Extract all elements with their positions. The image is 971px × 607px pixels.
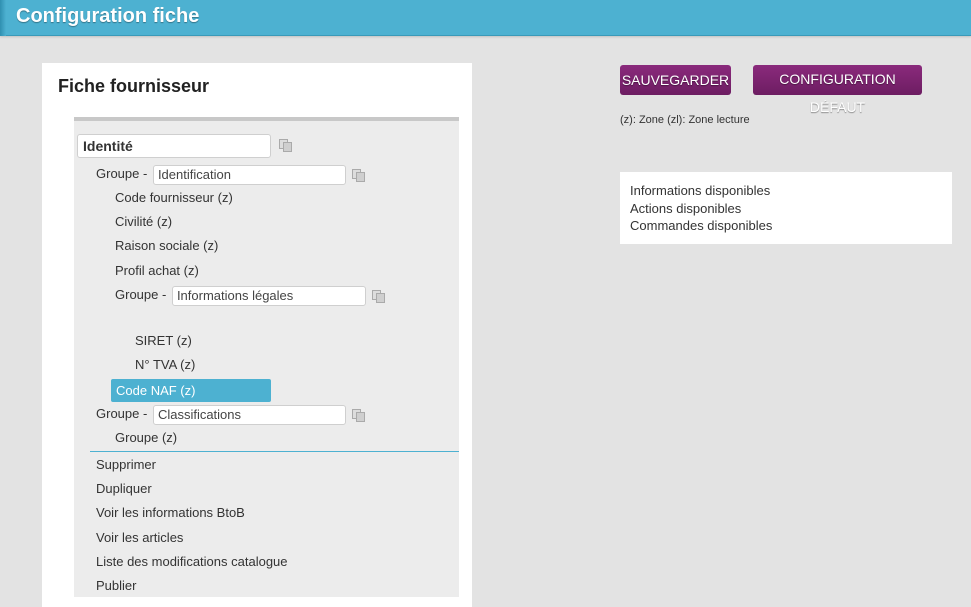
available-actions-link[interactable]: Actions disponibles (630, 200, 942, 218)
field-item[interactable]: N° TVA (z) (135, 355, 195, 375)
action-item-articles[interactable]: Voir les articles (96, 528, 183, 548)
field-item[interactable]: Raison sociale (z) (115, 236, 218, 256)
group-prefix: Groupe - (115, 287, 167, 302)
available-commands-link[interactable]: Commandes disponibles (630, 217, 942, 235)
field-item[interactable]: Groupe (z) (115, 428, 177, 448)
action-item-btob[interactable]: Voir les informations BtoB (96, 503, 245, 523)
copy-icon[interactable] (372, 290, 385, 303)
field-item[interactable]: Profil achat (z) (115, 261, 199, 281)
group-name-input[interactable] (171, 285, 366, 306)
form-config-panel: Fiche fournisseur Groupe - Code fourniss… (42, 63, 472, 607)
field-item[interactable]: SIRET (z) (135, 331, 192, 351)
divider (90, 451, 459, 452)
page-header: Configuration fiche (0, 0, 971, 36)
group-name-input[interactable] (152, 164, 346, 185)
group-row: Groupe - (115, 285, 366, 306)
action-item-delete[interactable]: Supprimer (96, 455, 156, 475)
available-info-link[interactable]: Informations disponibles (630, 182, 942, 200)
group-prefix: Groupe - (96, 406, 148, 421)
field-tree: Groupe - Code fournisseur (z) Civilité (… (74, 117, 459, 597)
save-button[interactable]: SAUVEGARDER (620, 65, 731, 95)
action-item-catalog-changes[interactable]: Liste des modifications catalogue (96, 552, 288, 572)
copy-icon[interactable] (279, 139, 292, 152)
section-name-input[interactable] (77, 134, 271, 158)
action-item-duplicate[interactable]: Dupliquer (96, 479, 152, 499)
field-item[interactable]: Civilité (z) (115, 212, 172, 232)
field-item-selected[interactable]: Code NAF (z) (111, 379, 271, 402)
default-config-button[interactable]: CONFIGURATION DÉFAUT (753, 65, 922, 115)
legend-note: (z): Zone (zl): Zone lecture (620, 114, 750, 126)
group-prefix: Groupe - (96, 166, 148, 181)
copy-icon[interactable] (352, 409, 365, 422)
field-item[interactable]: Code fournisseur (z) (115, 188, 233, 208)
page-title: Configuration fiche (16, 5, 200, 27)
panel-title: Fiche fournisseur (58, 76, 210, 96)
group-row: Groupe - (96, 404, 346, 425)
group-row: Groupe - (96, 164, 346, 185)
copy-icon[interactable] (352, 169, 365, 182)
group-name-input[interactable] (152, 404, 346, 425)
action-item-publish[interactable]: Publier (96, 576, 136, 596)
available-items-box: Informations disponibles Actions disponi… (620, 172, 952, 244)
